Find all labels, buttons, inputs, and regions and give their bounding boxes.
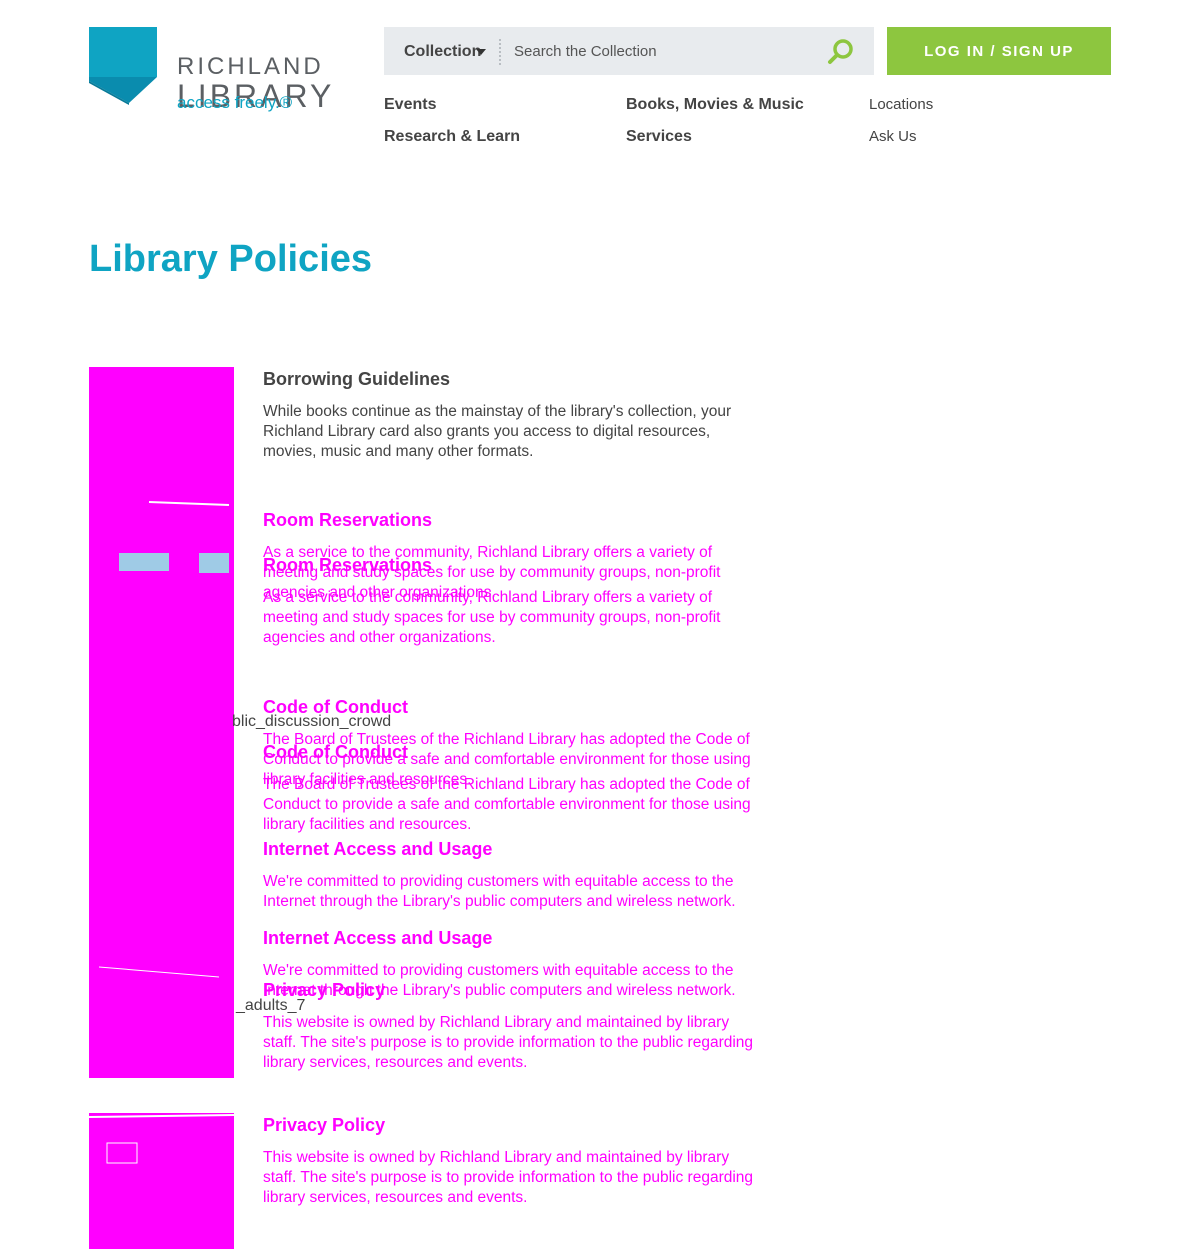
policy-text-borrowing: While books continue as the mainstay of …	[263, 403, 732, 460]
search-bar: Collection	[384, 27, 874, 75]
logo-richland-text: RICHLAND	[177, 53, 324, 80]
policy-text-privacy: This website is owned by Richland Librar…	[263, 1014, 754, 1071]
page-title: Library Policies	[89, 238, 373, 280]
policy-text-privacy-duplicate: This website is owned by Richland Librar…	[263, 1149, 754, 1206]
search-icon[interactable]	[827, 38, 855, 66]
policy-title-conduct-duplicate[interactable]: Code of Conduct	[263, 740, 408, 764]
nav-books-movies-music[interactable]: Books, Movies & Music	[626, 95, 804, 115]
policy-text-conduct-duplicate: The Board of Trustees of the Richland Li…	[263, 776, 751, 833]
nav-locations[interactable]: Locations	[869, 95, 933, 115]
richland-library-logo[interactable]: RICHLAND LIBRARY access freely.®	[89, 27, 349, 117]
search-input[interactable]	[514, 39, 814, 63]
nav-services[interactable]: Services	[626, 127, 692, 147]
policy-title-internet[interactable]: Internet Access and Usage	[263, 837, 492, 861]
library-logo-icon	[89, 27, 157, 105]
nav-ask-us[interactable]: Ask Us	[869, 127, 917, 147]
search-divider	[499, 39, 501, 65]
collection-dropdown[interactable]: Collection	[404, 43, 481, 61]
policy-title-rooms-duplicate[interactable]: Room Reservations	[263, 553, 432, 577]
policy-title-borrowing[interactable]: Borrowing Guidelines	[263, 367, 450, 391]
logo-tagline: access freely.®	[177, 93, 293, 112]
privacy-policy-image	[89, 1113, 234, 1249]
policy-text-rooms-duplicate: As a service to the community, Richland …	[263, 589, 721, 646]
nav-research-learn[interactable]: Research & Learn	[384, 127, 520, 147]
image-placeholder-art	[98, 501, 230, 978]
nav-events[interactable]: Events	[384, 95, 436, 115]
policy-image-column	[89, 367, 234, 1078]
policy-title-privacy-duplicate[interactable]: Privacy Policy	[263, 1113, 385, 1137]
policy-title-internet-duplicate[interactable]: Internet Access and Usage	[263, 926, 492, 950]
image-placeholder-art	[89, 1114, 234, 1164]
policy-title-conduct[interactable]: Code of Conduct	[263, 695, 408, 719]
policy-text-internet: We're committed to providing customers w…	[263, 873, 736, 910]
login-signup-button[interactable]: LOG IN / SIGN UP	[887, 27, 1111, 75]
policy-title-rooms[interactable]: Room Reservations	[263, 508, 432, 532]
policy-title-privacy[interactable]: Privacy Policy	[263, 978, 385, 1002]
caret-down-icon[interactable]	[476, 49, 486, 55]
